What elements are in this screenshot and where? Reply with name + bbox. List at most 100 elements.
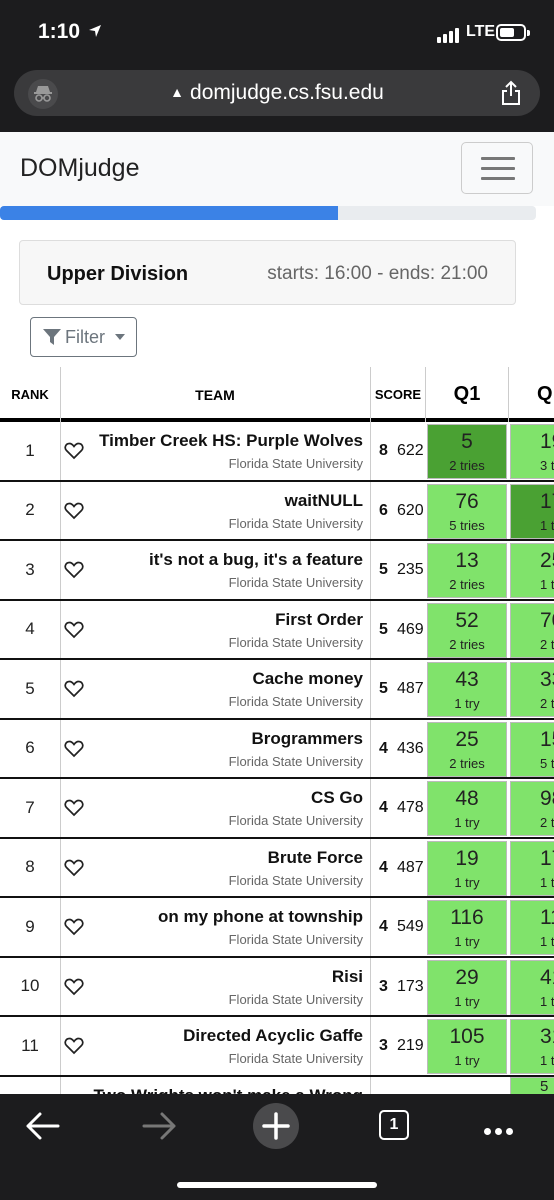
table-row[interactable]: 3 it's not a bug, it's a feature Florida S… [0,541,554,601]
team-cell[interactable]: Directed Acyclic Gaffe Florida State Univ… [90,1026,363,1066]
problem-cell-q2[interactable]: 411 t [510,959,554,1015]
team-cell[interactable]: waitNULL Florida State University [90,491,363,531]
heart-icon[interactable] [64,1037,84,1055]
problem-cell-q2[interactable]: 70 2 tri [510,602,554,658]
solve-time: 116 [450,906,484,929]
menu-toggle-button[interactable] [461,142,533,194]
header-problem-q2[interactable]: Q [508,367,554,422]
url-text[interactable]: ▲ domjudge.cs.fsu.edu [14,81,540,105]
problem-cell-q2[interactable]: 251 t [510,543,554,598]
try-count: 2 tries [449,755,485,771]
team-cell[interactable]: on my phone at township Florida State Uni… [90,907,363,947]
battery-icon [496,24,530,41]
new-tab-icon[interactable] [252,1102,300,1150]
team-cell[interactable]: Brogrammers Florida State University [90,729,363,769]
back-icon[interactable] [24,1108,62,1144]
heart-icon[interactable] [64,799,84,817]
team-cell[interactable]: Timber Creek HS: Purple Wolves Florida St… [90,431,363,471]
team-cell[interactable]: Risi Florida State University [90,967,363,1007]
filter-button[interactable]: Filter [30,317,137,357]
share-icon[interactable] [500,80,522,106]
header-team[interactable]: TEAM [60,367,370,422]
heart-icon[interactable] [64,680,84,698]
heart-icon[interactable] [64,442,84,460]
team-cell[interactable]: it's not a bug, it's a feature Florida St… [90,550,363,590]
penalty-time: 219 [397,1037,424,1054]
problem-cell-q1[interactable]: 76 5 tries [427,483,507,539]
team-affiliation: Florida State University [228,515,363,531]
team-affiliation: Florida State University [228,456,363,471]
location-arrow-icon [89,25,101,37]
penalty-time: 469 [397,620,424,638]
problem-cell-q2[interactable]: 19 3 trie [510,424,554,479]
problem-cell-q1[interactable]: 19 1 try [427,840,507,896]
heart-icon[interactable] [64,978,84,996]
problem-cell-q2[interactable]: 98 2 tri [510,781,554,836]
heart-icon[interactable] [64,740,84,758]
url-value: domjudge.cs.fsu.edu [190,81,384,104]
table-row[interactable]: 1 Timber Creek HS: Purple Wolves Florida S… [0,422,554,482]
problem-cell-q1[interactable]: 43 1 try [427,662,507,717]
problem-cell-q2[interactable]: 15 5 tri [510,721,554,777]
team-cell[interactable]: First Order Florida State University [90,610,363,650]
penalty-time: 487 [397,680,424,697]
more-icon[interactable] [484,1122,517,1140]
problem-cell-q2[interactable]: 5 [510,1076,554,1095]
rank-cell: 5 [25,678,35,698]
heart-icon[interactable] [64,918,84,936]
rank-cell: 8 [25,857,35,877]
header-score[interactable]: SCORE [370,367,426,422]
solve-time: 5 [540,1077,549,1095]
problem-cell-q1[interactable]: 105 1 try [427,1019,507,1074]
tab-switcher-button[interactable]: 1 [379,1110,409,1140]
problem-cell-q1[interactable]: 5 2 tries [427,424,507,479]
table-row[interactable]: 4 First Order Florida State University 5 469… [0,601,554,660]
solved-count: 4 [379,739,388,757]
table-row[interactable]: 7 CS Go Florida State University 4 478 48 1 tr… [0,779,554,839]
problem-cell-q2[interactable]: 171 t [510,840,554,896]
heart-icon[interactable] [64,621,84,639]
problem-cell-q2[interactable]: 33 2 tri [510,662,554,717]
header-problem-q1[interactable]: Q1 [426,367,508,422]
problem-cell-q1[interactable]: 13 2 tries [427,543,507,598]
problem-cell-q1[interactable]: 48 1 try [427,781,507,836]
table-row[interactable]: 9 on my phone at township Florida State Un… [0,898,554,958]
table-row[interactable]: 10 Risi Florida State University 3 173 29 1 tr… [0,958,554,1017]
site-brand[interactable]: DOMjudge [20,154,140,183]
problem-cell-q2[interactable]: 111 t [510,900,554,955]
problem-cell-q1[interactable]: 29 1 try [427,959,507,1015]
heart-icon[interactable] [64,859,84,877]
problem-cell-q1[interactable]: 52 2 tries [427,602,507,658]
heart-icon[interactable] [64,502,84,520]
problem-cell-q1[interactable]: 25 2 tries [427,721,507,777]
team-cell[interactable]: CS Go Florida State University [90,788,363,828]
forward-icon[interactable] [140,1108,178,1144]
table-row[interactable]: 6 Brogrammers Florida State University 4 436… [0,720,554,779]
scoreboard-table: RANK TEAM SCORE Q1 Q 1 Timber Creek HS: P… [0,367,554,1094]
solve-time: 76 [455,489,479,513]
try-count: 1 try [454,934,480,949]
heart-icon[interactable] [64,561,84,579]
url-bar[interactable]: ▲ domjudge.cs.fsu.edu [14,70,540,116]
table-row[interactable]: Two Wrights won't make a Wrong 5 [0,1076,554,1095]
header-rank[interactable]: RANK [0,367,60,422]
solve-time: 25 [540,549,554,572]
problem-cell-q2[interactable]: 171 t [510,483,554,539]
solved-count: 5 [379,561,388,578]
problem-cell-q1[interactable]: 116 1 try [427,900,507,955]
table-row[interactable]: 5 Cache money Florida State University 5 487… [0,660,554,720]
table-row[interactable]: 11 Directed Acyclic Gaffe Florida State Un… [0,1017,554,1077]
problem-cell-q2[interactable]: 311 t [510,1019,554,1074]
try-count: 1 t [540,993,554,1009]
team-cell[interactable]: Brute Force Florida State University [90,848,363,888]
table-row[interactable]: 2 waitNULL Florida State University 6 620 76 5… [0,482,554,541]
team-affiliation: Florida State University [228,932,363,947]
table-row[interactable]: 8 Brute Force Florida State University 4 487… [0,839,554,898]
penalty-time: 173 [397,977,424,995]
rank-cell: 2 [25,500,35,520]
solve-time: 13 [455,549,479,572]
team-cell[interactable]: Two Wrights won't make a Wrong [90,1086,363,1095]
team-name: Timber Creek HS: Purple Wolves [99,431,363,450]
team-cell[interactable]: Cache money Florida State University [90,669,363,709]
solve-time: 43 [455,668,479,691]
